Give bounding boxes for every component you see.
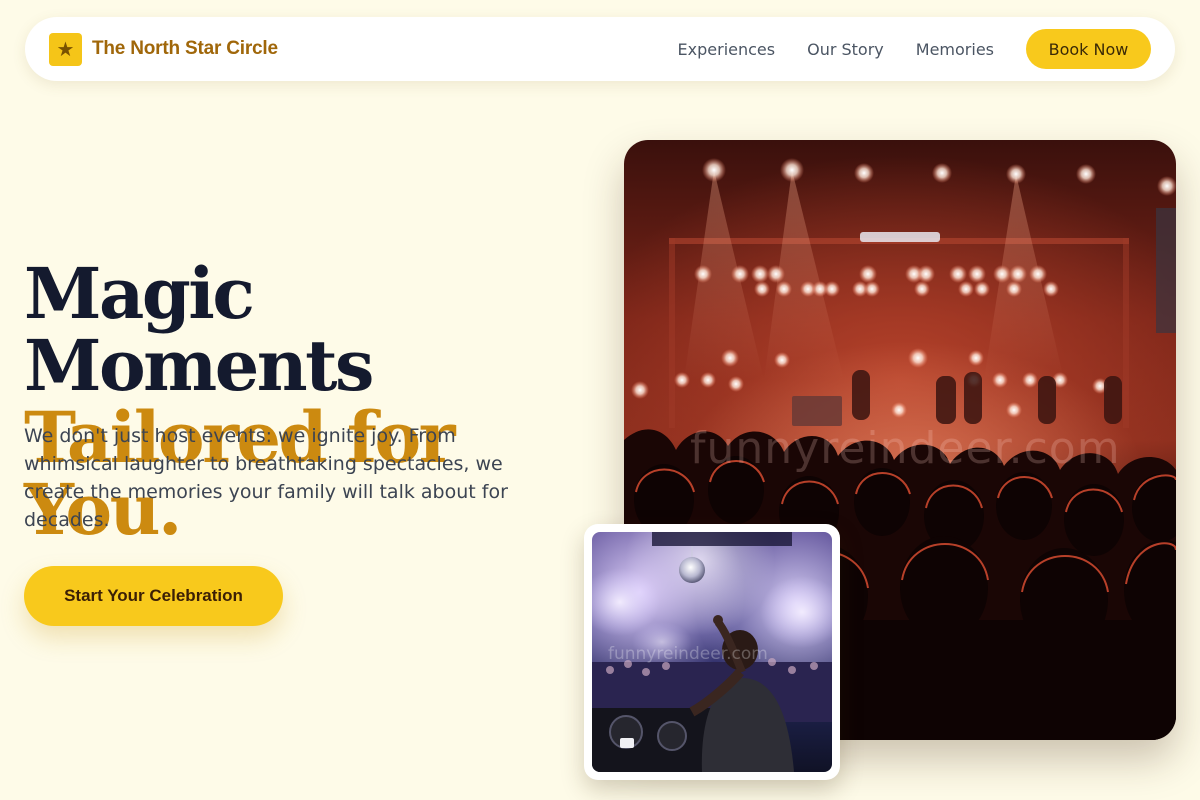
nav-link-experiences[interactable]: Experiences [678, 40, 776, 59]
hero-description: We don't just host events: we ignite joy… [24, 425, 508, 531]
book-now-button[interactable]: Book Now [1026, 29, 1151, 69]
start-celebration-button[interactable]: Start Your Celebration [24, 566, 283, 626]
dj-image-frame: funnyreindeer.com [584, 524, 840, 780]
brand[interactable]: ★ The North Star Circle [49, 32, 278, 66]
nav-link-memories[interactable]: Memories [916, 40, 994, 59]
top-navbar: ★ The North Star Circle Experiences Our … [25, 17, 1175, 81]
dj-watermark: funnyreindeer.com [608, 644, 768, 664]
nav-link-our-story[interactable]: Our Story [807, 40, 884, 59]
brand-name: The North Star Circle [92, 38, 278, 59]
nav-links: Experiences Our Story Memories Book Now [678, 29, 1151, 69]
concert-watermark: funnyreindeer.com [690, 423, 1121, 474]
dj-image: funnyreindeer.com [592, 532, 832, 772]
hero-title-line-1: Magic Moments [24, 252, 374, 407]
landing-page: ★ The North Star Circle Experiences Our … [0, 0, 1200, 800]
star-icon: ★ [49, 32, 82, 66]
